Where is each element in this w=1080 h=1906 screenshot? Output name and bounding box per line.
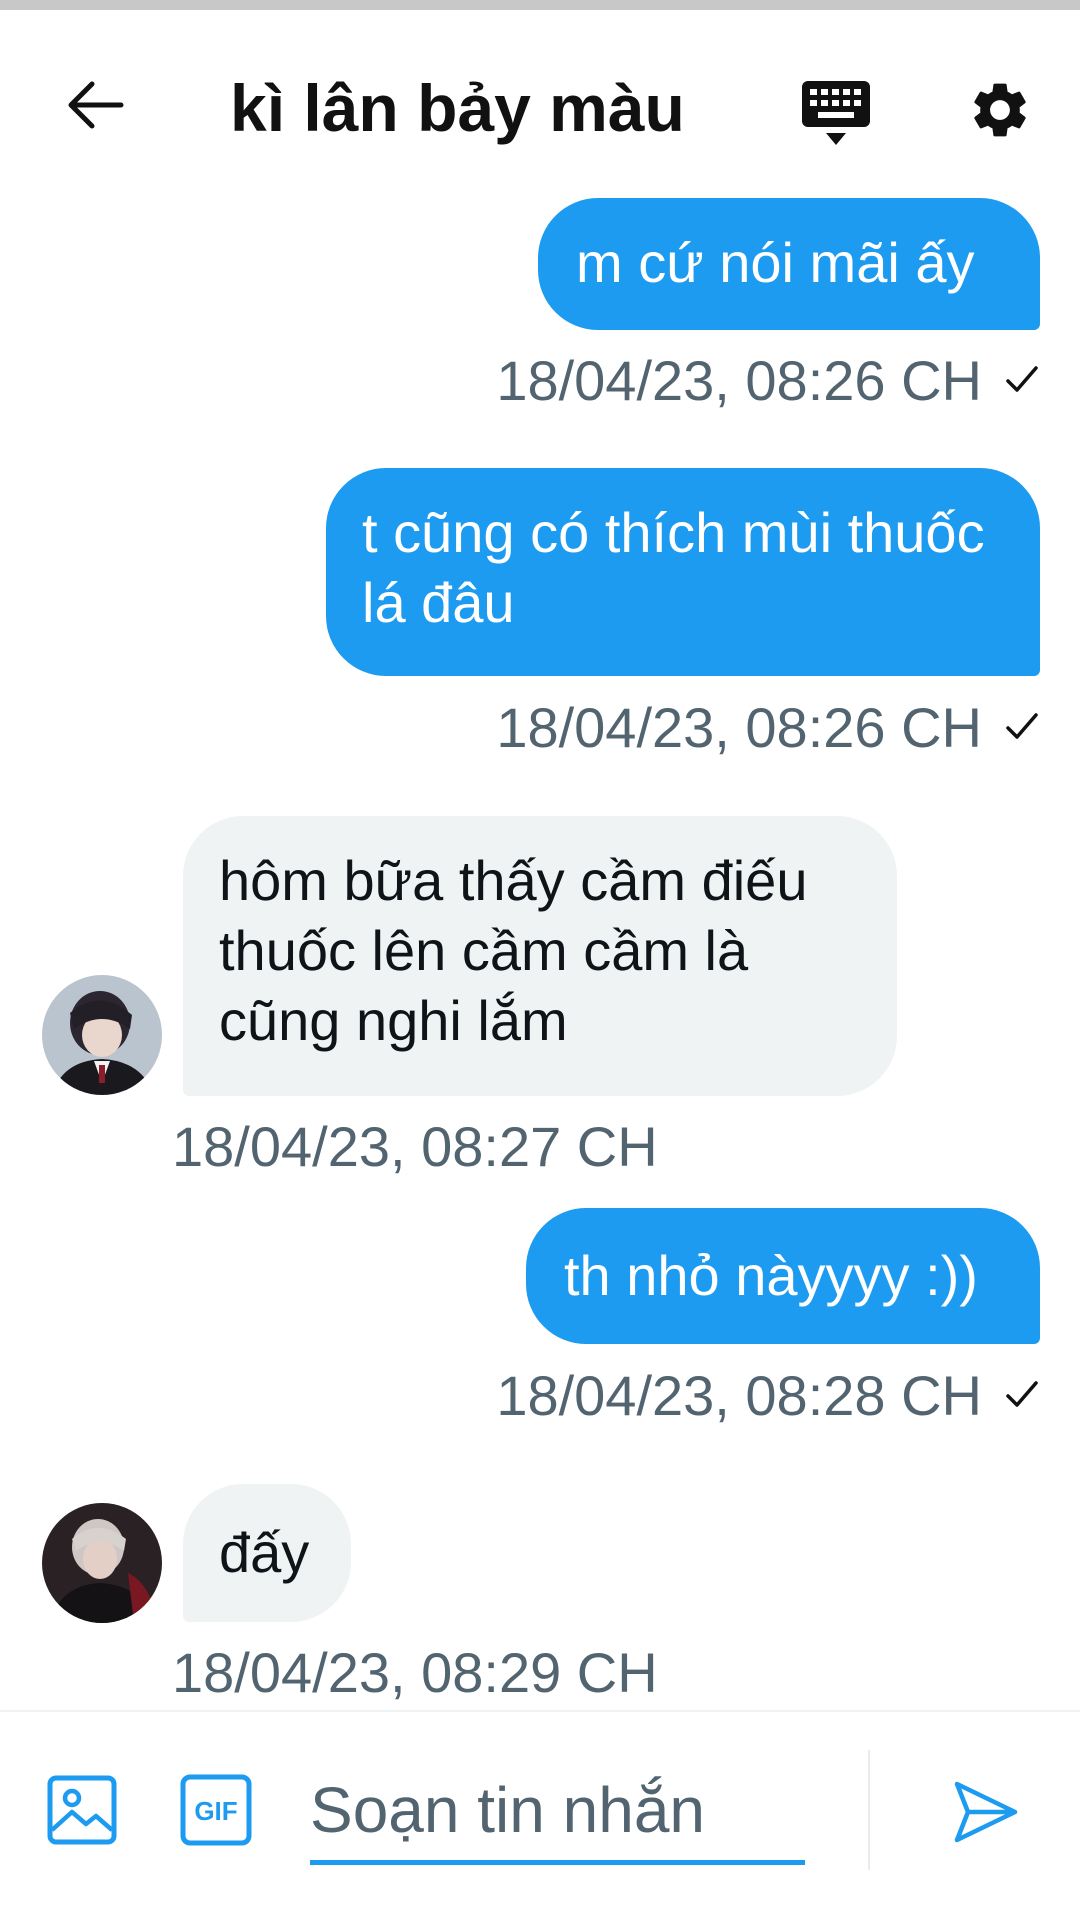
gif-label: GIF [194,1796,237,1826]
message-text: hôm bữa thấy cầm điếu thuốc lên cầm cầm … [219,849,808,1052]
outgoing-message-bubble[interactable]: t cũng có thích mùi thuốc lá đâu [326,468,1040,676]
keyboard-shortcuts-button[interactable] [795,72,877,154]
message-text: t cũng có thích mùi thuốc lá đâu [362,501,985,634]
message-input[interactable] [310,1760,805,1865]
sent-check-icon [1004,362,1040,398]
sent-check-icon [1004,709,1040,745]
message-timestamp: 18/04/23, 08:26 CH [496,692,1040,762]
message-timestamp: 18/04/23, 08:26 CH [496,345,1040,415]
composer-divider [868,1750,870,1870]
conversation-title: kì lân bảy màu [230,71,685,145]
send-button[interactable] [950,1776,1022,1848]
outgoing-message-bubble[interactable]: m cứ nói mãi ấy [538,198,1040,330]
gif-icon: GIF [180,1774,252,1846]
image-icon [47,1775,117,1845]
incoming-message-bubble[interactable]: hôm bữa thấy cầm điếu thuốc lên cầm cầm … [183,816,897,1096]
incoming-message-bubble[interactable]: đấy [183,1484,351,1622]
avatar-image [42,1503,162,1623]
message-composer: GIF [0,1710,1080,1906]
message-text: đấy [219,1521,310,1584]
gif-button[interactable]: GIF [178,1772,254,1848]
add-media-button[interactable] [44,1772,120,1848]
message-timestamp: 18/04/23, 08:28 CH [496,1360,1040,1430]
avatar[interactable] [42,975,162,1095]
send-icon [954,1781,1018,1843]
conversation-settings-button[interactable] [960,70,1040,150]
avatar-image [42,975,162,1095]
avatar[interactable] [42,1503,162,1623]
back-button[interactable] [60,70,130,140]
message-timestamp: 18/04/23, 08:27 CH [172,1115,658,1178]
conversation-header: kì lân bảy màu [0,10,1080,190]
message-text: m cứ nói mãi ấy [576,231,975,294]
outgoing-message-bubble[interactable]: th nhỏ nàyyyy :)) [526,1208,1040,1344]
gear-icon [974,83,1026,137]
message-timestamp: 18/04/23, 08:29 CH [172,1641,658,1704]
sent-check-icon [1004,1377,1040,1413]
status-bar-strip [0,0,1080,10]
arrow-left-icon [68,81,124,129]
message-text: th nhỏ nàyyyy :)) [564,1244,978,1307]
keyboard-icon [802,81,870,145]
